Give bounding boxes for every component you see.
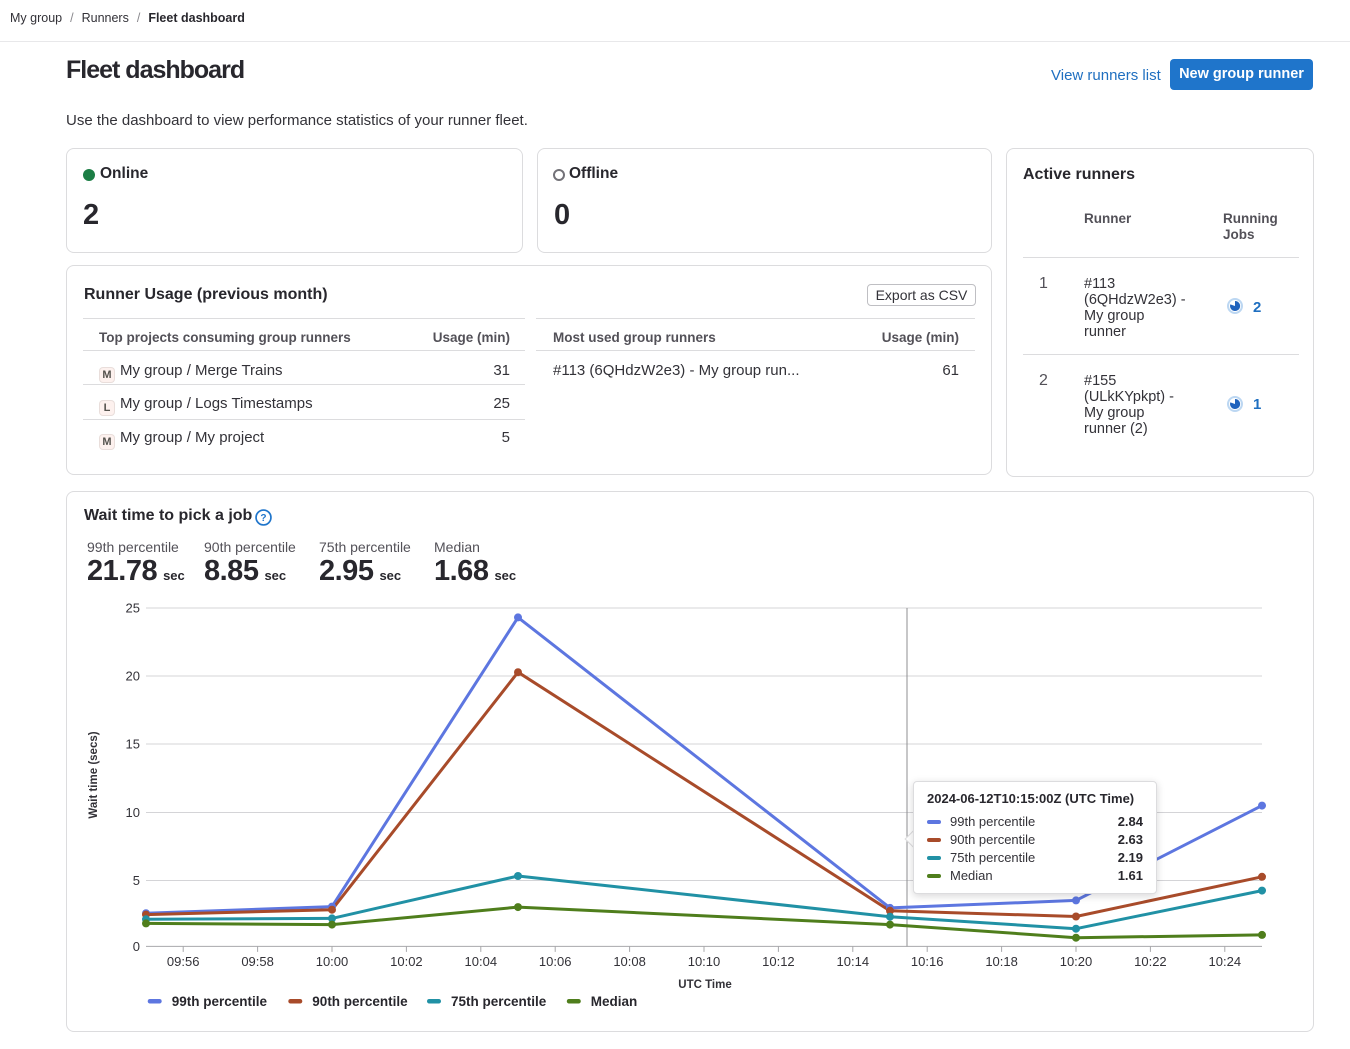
- svg-text:10:16: 10:16: [911, 954, 944, 969]
- svg-text:10: 10: [126, 805, 140, 820]
- svg-text:UTC Time: UTC Time: [678, 979, 731, 991]
- svg-text:10:18: 10:18: [985, 954, 1018, 969]
- svg-text:09:58: 09:58: [241, 954, 274, 969]
- svg-text:0: 0: [133, 939, 140, 954]
- svg-text:75th percentile: 75th percentile: [451, 994, 547, 1009]
- svg-text:99th percentile: 99th percentile: [172, 994, 268, 1009]
- svg-text:Wait time (secs): Wait time (secs): [88, 731, 100, 818]
- svg-text:15: 15: [126, 737, 140, 752]
- svg-text:90th percentile: 90th percentile: [312, 994, 408, 1009]
- svg-text:10:02: 10:02: [390, 954, 423, 969]
- svg-text:Median: Median: [591, 994, 638, 1009]
- svg-text:09:56: 09:56: [167, 954, 200, 969]
- svg-text:10:00: 10:00: [316, 954, 349, 969]
- svg-text:10:10: 10:10: [688, 954, 721, 969]
- svg-text:5: 5: [133, 873, 140, 888]
- svg-text:10:08: 10:08: [613, 954, 646, 969]
- svg-text:10:12: 10:12: [762, 954, 795, 969]
- svg-text:20: 20: [126, 669, 140, 684]
- svg-text:10:20: 10:20: [1060, 954, 1093, 969]
- svg-text:10:24: 10:24: [1209, 954, 1242, 969]
- svg-text:25: 25: [126, 601, 140, 616]
- svg-text:10:06: 10:06: [539, 954, 572, 969]
- svg-text:10:14: 10:14: [837, 954, 870, 969]
- svg-text:10:22: 10:22: [1134, 954, 1167, 969]
- svg-text:10:04: 10:04: [465, 954, 498, 969]
